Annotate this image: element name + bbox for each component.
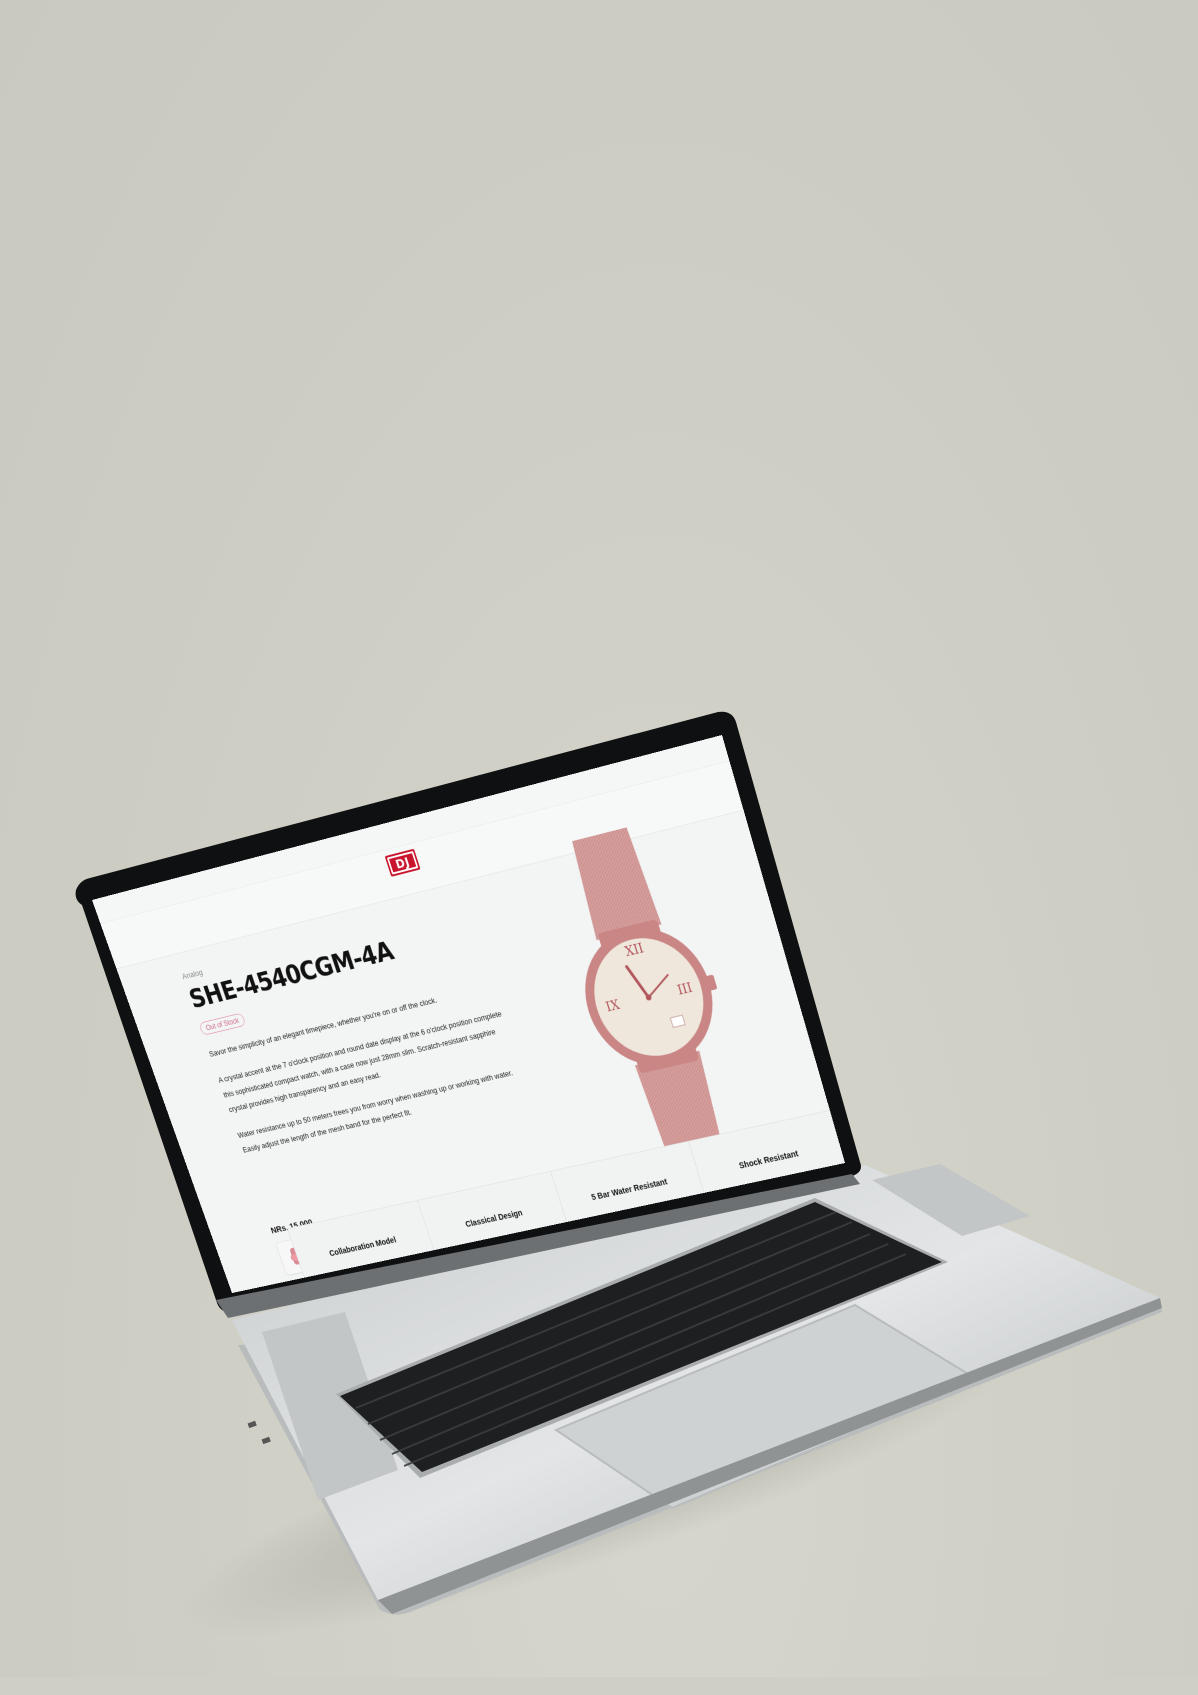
logo-mark: DJ xyxy=(386,850,419,875)
logo-text: DJ xyxy=(393,853,412,872)
product-image: XII III IX xyxy=(530,809,771,1177)
laptop-lid: DJ Analog SHE-4540CGM-4A Out of Stock Sa… xyxy=(0,0,1198,1677)
brand-logo[interactable]: DJ xyxy=(384,848,421,877)
stock-status-badge: Out of Stock xyxy=(198,1012,247,1036)
product-info: Analog SHE-4540CGM-4A Out of Stock Savor… xyxy=(181,901,531,1169)
watch-illustration: XII III IX xyxy=(566,825,730,1165)
